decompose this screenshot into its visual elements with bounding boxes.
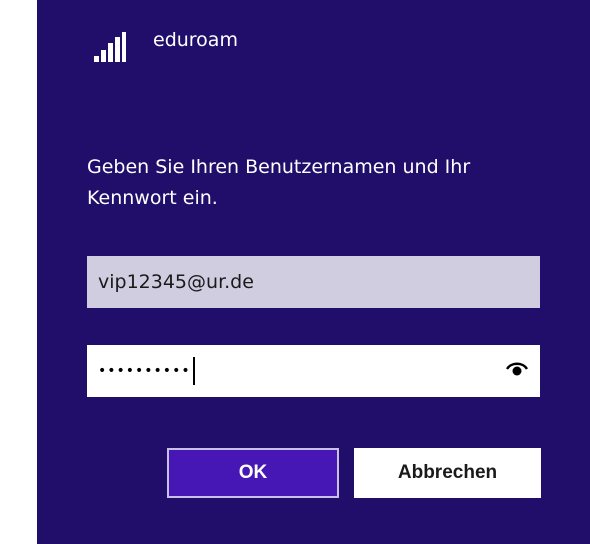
ok-button[interactable]: OK [167,448,339,498]
username-field[interactable]: vip12345@ur.de [87,256,540,308]
username-value: vip12345@ur.de [98,271,254,293]
cancel-button[interactable]: Abbrechen [354,448,541,498]
credentials-dialog: eduroam Geben Sie Ihren Benutzernamen un… [37,0,590,544]
text-caret [192,357,195,385]
instructions-text: Geben Sie Ihren Benutzernamen und Ihr Ke… [87,156,471,209]
wifi-signal-icon [94,32,126,62]
password-field[interactable]: •••••••••• [87,345,540,397]
network-name: eduroam [153,29,238,51]
eye-icon[interactable] [506,361,528,377]
password-value: •••••••••• [98,363,191,379]
